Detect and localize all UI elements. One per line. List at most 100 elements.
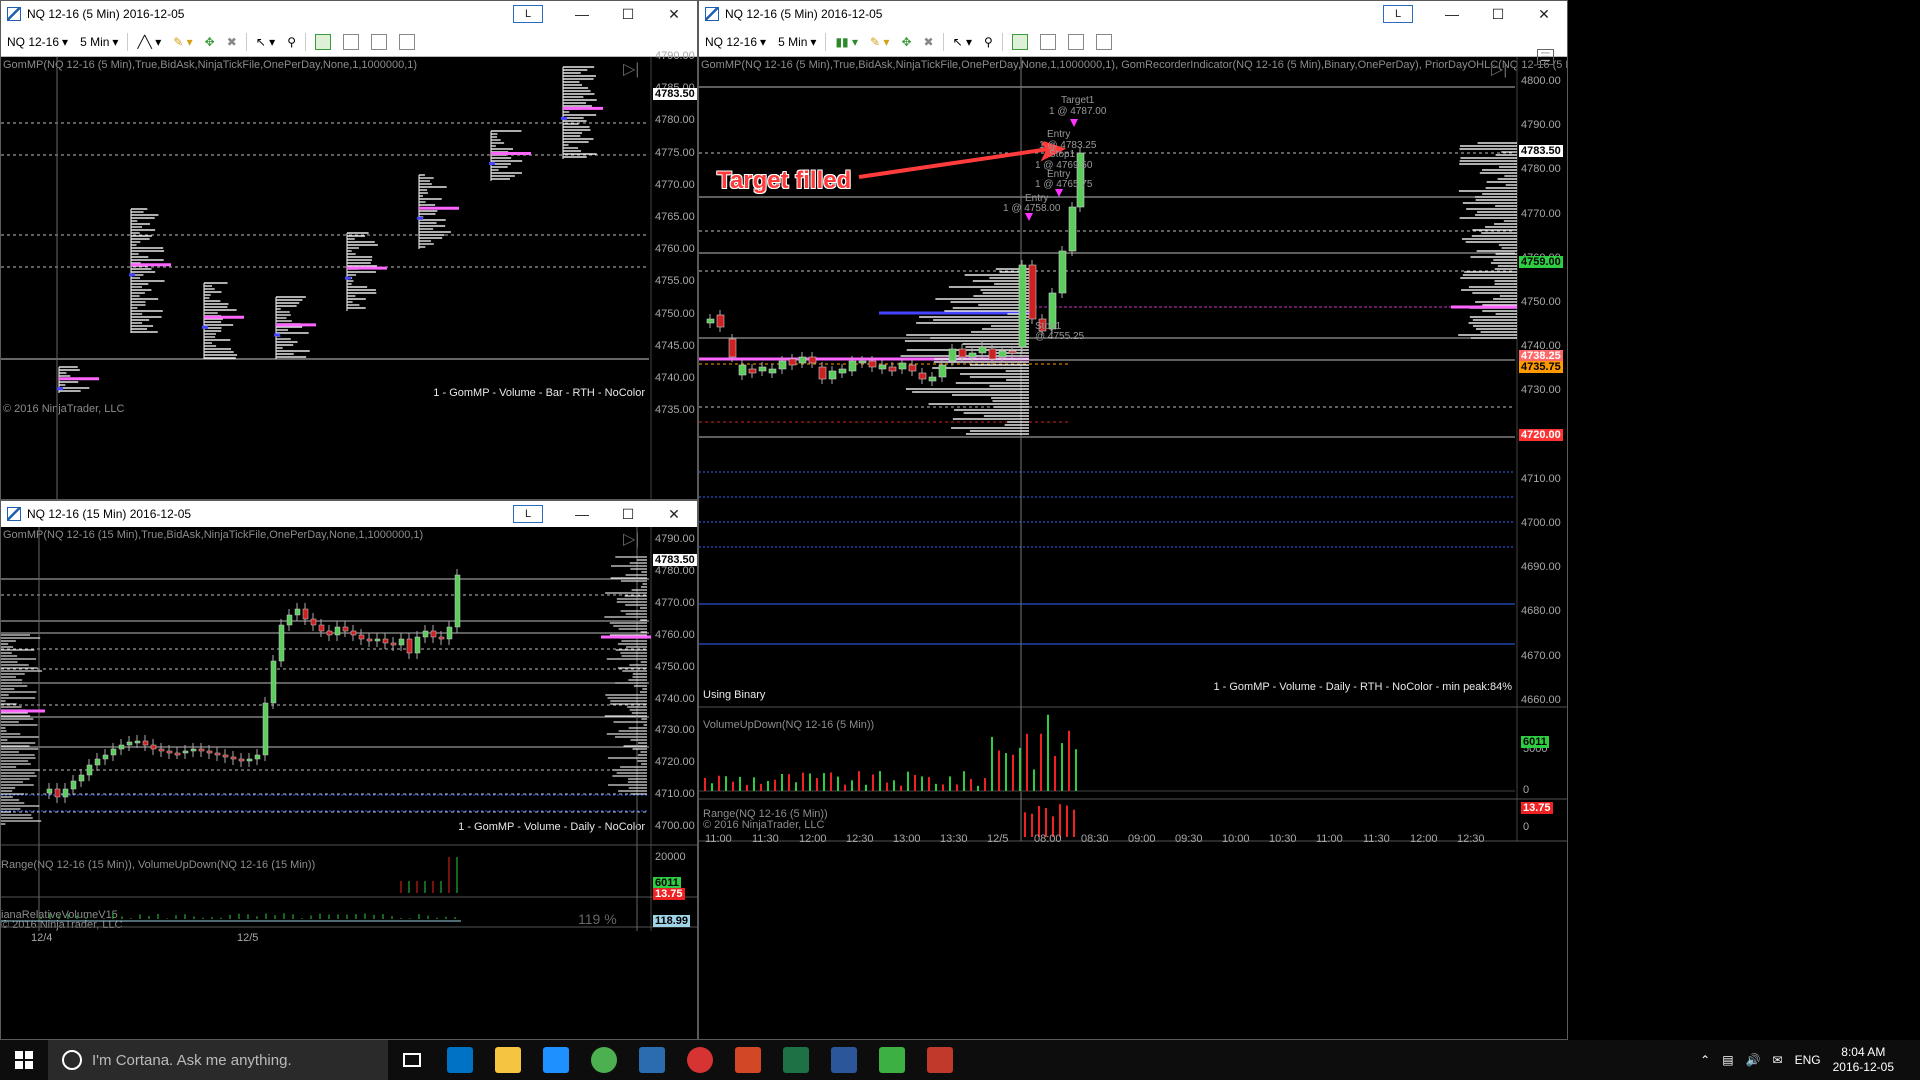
close-button[interactable]: ✕ bbox=[651, 501, 697, 527]
scroll-end-icon[interactable]: ▷| bbox=[623, 529, 639, 549]
price-chart bbox=[1, 527, 697, 931]
toolbar-divider bbox=[305, 32, 307, 51]
data-box-icon[interactable] bbox=[1062, 33, 1090, 50]
taskbar-app-app-green[interactable] bbox=[868, 1040, 916, 1080]
candle-body bbox=[888, 366, 897, 372]
scroll-end-icon[interactable]: ▷| bbox=[623, 59, 639, 79]
drawing-tool-icon[interactable]: ✥ bbox=[199, 35, 221, 49]
candle-body bbox=[978, 346, 987, 354]
language-indicator[interactable]: ENG bbox=[1795, 1053, 1821, 1067]
interval-label: 5 Min bbox=[778, 34, 808, 49]
volume-icon[interactable]: 🔊 bbox=[1746, 1053, 1761, 1067]
taskbar-app-ninjatrader[interactable] bbox=[676, 1040, 724, 1080]
indicators-icon[interactable] bbox=[1006, 33, 1034, 50]
taskbar-app-file-explorer[interactable] bbox=[484, 1040, 532, 1080]
strategies-icon[interactable] bbox=[1034, 33, 1062, 50]
zoom-icon[interactable]: ⚲ bbox=[281, 35, 302, 49]
taskbar-app-outlook[interactable] bbox=[436, 1040, 484, 1080]
panel3-axis-label: 0 bbox=[1523, 821, 1530, 833]
scroll-end-icon[interactable]: ▷| bbox=[1491, 59, 1507, 79]
interval-selector[interactable]: 5 Min ▾ bbox=[772, 35, 822, 49]
cortana-search-box[interactable]: I'm Cortana. Ask me anything. bbox=[48, 1040, 388, 1080]
instrument-selector[interactable]: NQ 12-16 ▾ bbox=[699, 35, 772, 49]
order-label[interactable]: Target1 bbox=[1061, 95, 1094, 106]
price-panel[interactable]: GomMP(NQ 12-16 (15 Min),True,BidAsk,Ninj… bbox=[1, 527, 697, 1039]
candle-body bbox=[334, 626, 341, 636]
taskbar-app-excel[interactable] bbox=[772, 1040, 820, 1080]
app-red-icon bbox=[927, 1047, 953, 1073]
link-button[interactable]: L bbox=[1383, 5, 1413, 23]
title-bar[interactable]: NQ 12-16 (15 Min) 2016-12-05 L — ☐ ✕ bbox=[1, 501, 697, 527]
candle-body bbox=[988, 348, 997, 360]
indicators-icon[interactable] bbox=[309, 33, 337, 50]
relative-volume-tag: 118.99 bbox=[653, 915, 691, 927]
candle-body bbox=[310, 618, 317, 626]
close-button[interactable]: ✕ bbox=[1521, 1, 1567, 27]
panel2-axis-label: 20000 bbox=[655, 851, 686, 863]
chart-window-bottom-left[interactable]: NQ 12-16 (15 Min) 2016-12-05 L — ☐ ✕ Gom… bbox=[0, 500, 698, 1040]
strategies-icon[interactable] bbox=[337, 33, 365, 50]
chart-window-right[interactable]: NQ 12-16 (5 Min) 2016-12-05 L — ☐ ✕ NQ 1… bbox=[698, 0, 1568, 1040]
chart-window-top-left[interactable]: NQ 12-16 (5 Min) 2016-12-05 L — ☐ ✕ NQ 1… bbox=[0, 0, 698, 500]
order-label[interactable]: @ 4755.25 bbox=[1035, 331, 1084, 342]
cursor-icon[interactable]: ↖ ▾ bbox=[250, 35, 281, 49]
candle-body bbox=[908, 364, 917, 372]
order-label[interactable]: 1 @ 4765.75 bbox=[1035, 179, 1092, 190]
taskbar-app-edge[interactable] bbox=[532, 1040, 580, 1080]
candlestick-style-icon[interactable]: ▮▮ ▾ bbox=[829, 35, 864, 49]
cursor-icon[interactable]: ↖ ▾ bbox=[947, 35, 978, 49]
title-bar[interactable]: NQ 12-16 (5 Min) 2016-12-05 L — ☐ ✕ bbox=[699, 1, 1567, 27]
link-button[interactable]: L bbox=[513, 5, 543, 23]
chart-toolbar: NQ 12-16 ▾ 5 Min ▾ ▮▮ ▾ ✎ ▾ ✥ ✖ ↖ ▾ ⚲ bbox=[699, 27, 1567, 57]
data-box-icon[interactable] bbox=[365, 33, 393, 50]
chart-style-icon[interactable]: ╱╲ ▾ bbox=[131, 35, 167, 49]
eraser-icon[interactable]: ✖ bbox=[918, 35, 940, 49]
price-panel[interactable]: GomMP(NQ 12-16 (5 Min),True,BidAsk,Ninja… bbox=[1, 50, 697, 499]
clock[interactable]: 8:04 AM 2016-12-05 bbox=[1833, 1045, 1894, 1075]
action-center-icon[interactable] bbox=[1906, 1040, 1910, 1080]
zoom-icon[interactable]: ⚲ bbox=[978, 35, 999, 49]
candle-body bbox=[858, 360, 867, 364]
properties-icon[interactable] bbox=[1090, 33, 1118, 50]
eraser-icon[interactable]: ✖ bbox=[221, 35, 243, 49]
minimize-button[interactable]: — bbox=[559, 1, 605, 27]
title-bar[interactable]: NQ 12-16 (5 Min) 2016-12-05 L — ☐ ✕ bbox=[1, 1, 697, 27]
order-label[interactable]: Stop1 bbox=[1049, 149, 1075, 160]
chevron-up-icon[interactable]: ⌃ bbox=[1700, 1053, 1710, 1067]
pencil-icon[interactable]: ✎ ▾ bbox=[864, 35, 895, 49]
minimize-button[interactable]: — bbox=[559, 501, 605, 527]
price-axis-label: 4790.00 bbox=[1521, 119, 1561, 132]
order-label[interactable]: Entry bbox=[1047, 129, 1070, 140]
candle-body bbox=[446, 626, 453, 640]
link-button[interactable]: L bbox=[513, 505, 543, 523]
network-icon[interactable]: ▤ bbox=[1722, 1053, 1733, 1067]
order-label[interactable]: 1 @ 4787.00 bbox=[1049, 106, 1106, 117]
time-axis-label: 12:00 bbox=[1410, 833, 1438, 845]
taskbar-app-chrome[interactable] bbox=[580, 1040, 628, 1080]
taskbar-app-app-red[interactable] bbox=[916, 1040, 964, 1080]
panel-menu-icon[interactable]: ☰ bbox=[1537, 49, 1554, 65]
close-button[interactable]: ✕ bbox=[651, 1, 697, 27]
minimize-button[interactable]: — bbox=[1429, 1, 1475, 27]
properties-icon[interactable] bbox=[393, 33, 421, 50]
instrument-selector[interactable]: NQ 12-16 ▾ bbox=[1, 35, 74, 49]
candle-body bbox=[126, 741, 133, 746]
pencil-icon[interactable]: ✎ ▾ bbox=[167, 35, 198, 49]
price-axis-label: 4700.00 bbox=[1521, 517, 1561, 529]
price-panel[interactable]: GomMP(NQ 12-16 (5 Min),True,BidAsk,Ninja… bbox=[699, 49, 1567, 1039]
candle-body bbox=[1008, 350, 1017, 354]
time-axis-label: 12:30 bbox=[846, 833, 874, 845]
taskbar-app-powerpoint[interactable] bbox=[724, 1040, 772, 1080]
interval-selector[interactable]: 5 Min ▾ bbox=[74, 35, 124, 49]
order-label[interactable]: 1 @ 4758.00 bbox=[1003, 203, 1060, 214]
task-view-button[interactable] bbox=[388, 1040, 436, 1080]
maximize-button[interactable]: ☐ bbox=[605, 1, 651, 27]
windows-start-button[interactable] bbox=[0, 1040, 48, 1080]
maximize-button[interactable]: ☐ bbox=[605, 501, 651, 527]
taskbar-app-word[interactable] bbox=[820, 1040, 868, 1080]
taskbar: I'm Cortana. Ask me anything. ⌃ ▤ 🔊 ✉ EN… bbox=[0, 1040, 1920, 1080]
maximize-button[interactable]: ☐ bbox=[1475, 1, 1521, 27]
notifications-icon[interactable]: ✉ bbox=[1773, 1053, 1783, 1067]
taskbar-app-tws[interactable] bbox=[628, 1040, 676, 1080]
drawing-tool-icon[interactable]: ✥ bbox=[895, 35, 917, 49]
